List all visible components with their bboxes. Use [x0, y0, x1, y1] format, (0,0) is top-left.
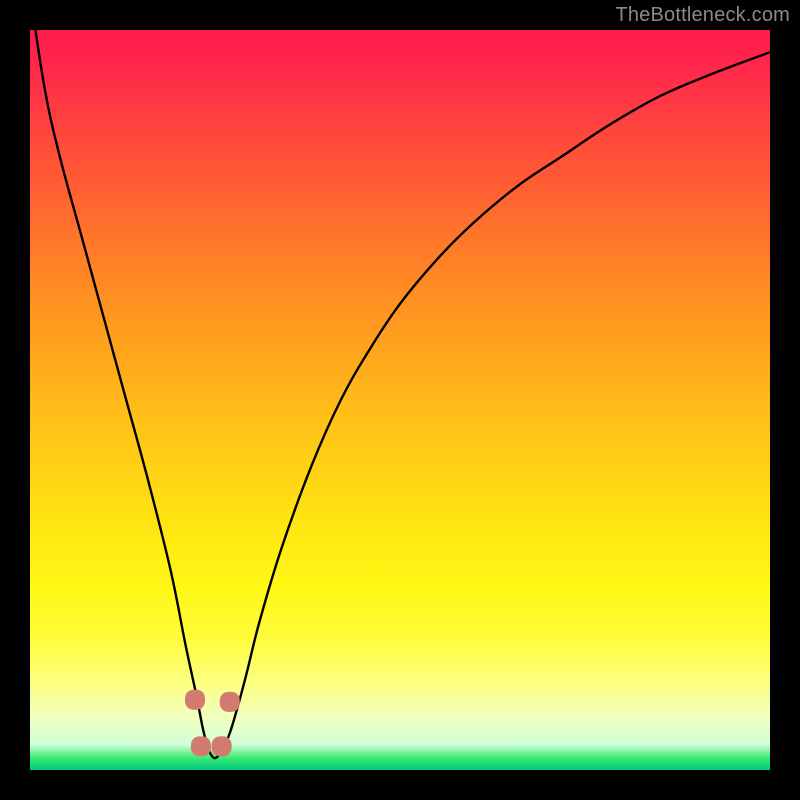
curve-marker: [212, 736, 232, 756]
curve-svg: [30, 30, 770, 770]
plot-area: [30, 30, 770, 770]
bottleneck-curve: [30, 30, 770, 758]
curve-marker: [185, 690, 205, 710]
curve-marker: [220, 692, 240, 712]
watermark-text: TheBottleneck.com: [615, 4, 790, 27]
curve-markers: [185, 690, 240, 757]
chart-frame: TheBottleneck.com: [0, 0, 800, 800]
curve-marker: [191, 736, 211, 756]
